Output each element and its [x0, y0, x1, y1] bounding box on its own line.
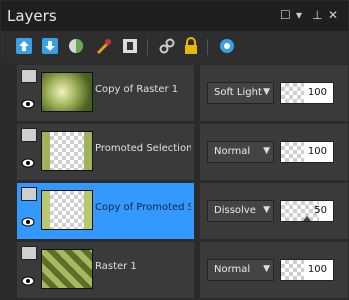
- layer-name: Copy of Raster 1: [95, 84, 179, 95]
- properties-icon[interactable]: [218, 37, 236, 55]
- menu-arrow-icon[interactable]: ▾: [296, 8, 302, 22]
- layer-thumbnail: [41, 131, 93, 171]
- pin-icon[interactable]: ⊥: [312, 8, 322, 22]
- list-divider: [194, 63, 200, 299]
- blend-mode-dropdown[interactable]: Normal ▼: [207, 259, 274, 281]
- layer-list: Copy of Raster 1 Soft Light ▼ 100 Promot…: [1, 63, 348, 299]
- layer-thumbnail: [41, 190, 93, 230]
- title-bar: Layers ☐ ▾ ⊥ ✕: [1, 1, 348, 31]
- panel-title: Layers: [7, 7, 57, 25]
- chevron-down-icon: ▼: [263, 205, 270, 215]
- layer-type-icon[interactable]: [21, 69, 37, 83]
- layer-thumbnail: [41, 249, 93, 289]
- layer-row[interactable]: Copy of Raster 1 Soft Light ▼ 100: [1, 65, 348, 121]
- eye-icon[interactable]: [21, 154, 35, 168]
- eye-icon[interactable]: [21, 272, 35, 286]
- chevron-down-icon: ▼: [263, 87, 270, 97]
- mask-icon[interactable]: [121, 37, 139, 55]
- layer-name: Copy of Promoted Selection: [95, 202, 191, 213]
- eye-icon[interactable]: [21, 95, 35, 109]
- layers-toolbar: [1, 31, 348, 63]
- blend-mode-dropdown[interactable]: Soft Light ▼: [207, 82, 274, 104]
- blend-mode-dropdown[interactable]: Normal ▼: [207, 141, 274, 163]
- adjustment-layer-icon[interactable]: [67, 37, 85, 55]
- layer-row[interactable]: Copy of Promoted Selection Dissolve▼ 50: [1, 183, 348, 239]
- opacity-slider[interactable]: 100: [280, 141, 334, 163]
- layer-name: Raster 1: [95, 261, 137, 272]
- layer-type-icon[interactable]: [21, 246, 37, 260]
- layers-panel: Layers ☐ ▾ ⊥ ✕ Copy of Raster 1 Soft Lig…: [0, 0, 349, 300]
- eye-icon[interactable]: [21, 213, 35, 227]
- lock-icon[interactable]: [182, 37, 200, 55]
- toolbar-divider: [147, 39, 148, 55]
- brush-icon[interactable]: [94, 37, 112, 55]
- new-layer-down-icon[interactable]: [41, 37, 59, 55]
- restore-icon[interactable]: ☐: [280, 8, 291, 22]
- opacity-slider[interactable]: 100: [280, 259, 334, 281]
- layer-row[interactable]: Raster 1 Normal ▼ 100: [1, 242, 348, 298]
- chevron-down-icon: ▼: [263, 146, 270, 156]
- layer-name: Promoted Selection: [95, 143, 191, 154]
- blend-mode-dropdown[interactable]: Dissolve ▼: [207, 200, 274, 222]
- layer-type-icon[interactable]: [21, 187, 37, 201]
- layer-thumbnail: [41, 72, 93, 112]
- toolbar-divider: [207, 39, 208, 55]
- opacity-slider[interactable]: 50: [280, 200, 334, 222]
- layer-type-icon[interactable]: [21, 128, 37, 142]
- close-icon[interactable]: ✕: [328, 8, 338, 22]
- opacity-slider[interactable]: 100: [280, 82, 334, 104]
- link-icon[interactable]: [158, 37, 176, 55]
- opacity-marker[interactable]: [303, 216, 311, 221]
- chevron-down-icon: ▼: [263, 264, 270, 274]
- new-layer-up-icon[interactable]: [15, 37, 33, 55]
- layer-row[interactable]: Promoted Selection Normal ▼ 100: [1, 124, 348, 180]
